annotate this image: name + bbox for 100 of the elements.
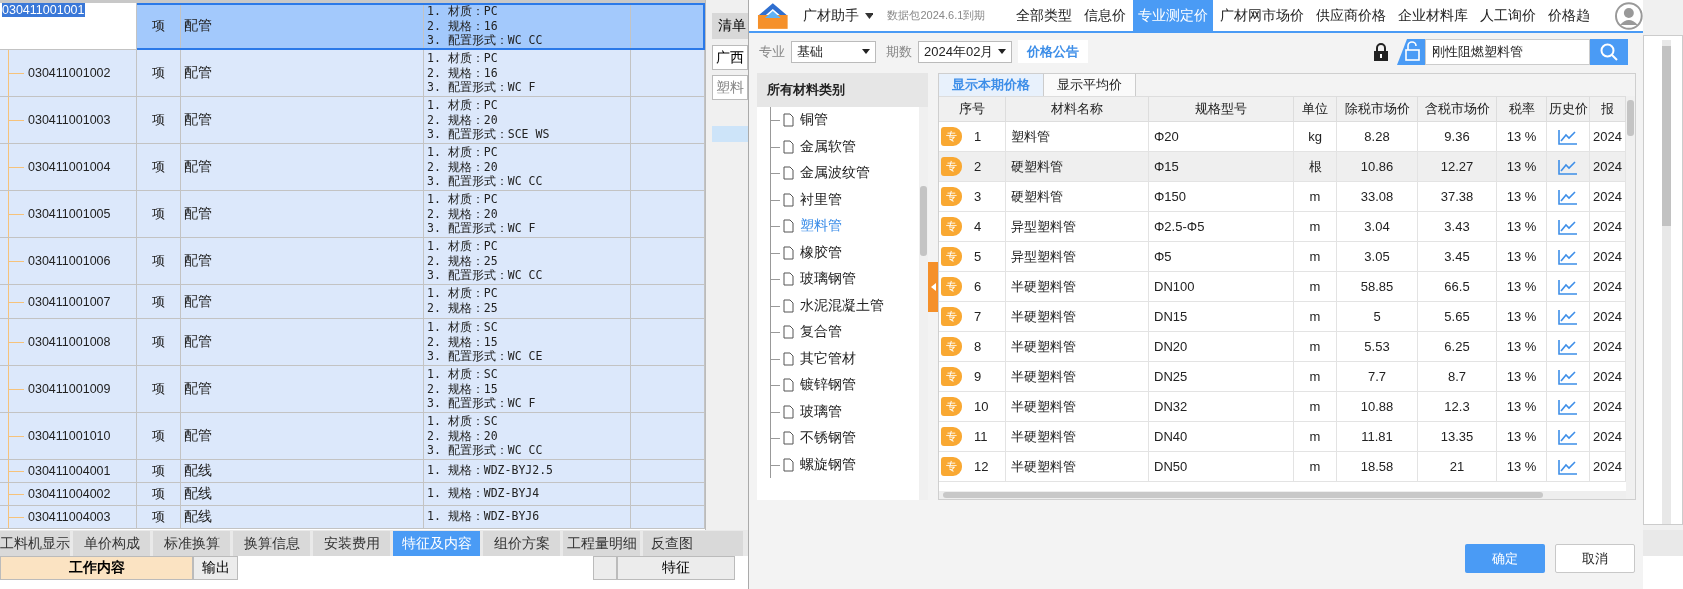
nav-tab[interactable]: 人工询价 [1475, 0, 1542, 31]
table-cell: Φ2.5-Φ5 [1149, 212, 1294, 242]
tab[interactable]: 工料机显示 [0, 531, 70, 556]
category-item[interactable]: 其它管材 [757, 345, 919, 372]
code-text: 030411001002 [28, 66, 111, 80]
table-cell: 13 % [1497, 422, 1547, 452]
caret-icon [862, 49, 870, 54]
code-text: 030411001010 [28, 429, 111, 443]
tab[interactable]: 单价构成 [73, 531, 150, 556]
table-cell: 7.7 [1337, 362, 1418, 392]
region-field[interactable]: 广西 [712, 45, 748, 70]
tab[interactable]: 安装费用 [313, 531, 390, 556]
table-row[interactable]: 030411004002 项 配线 1. 规格：WDZ-BYJ4 [0, 483, 705, 506]
category-item[interactable]: 水泥混凝土管 [757, 292, 919, 319]
tab[interactable]: 换算信息 [233, 531, 310, 556]
tag-badge: 专 [941, 427, 962, 446]
tab[interactable]: 工程量明细 [563, 531, 640, 556]
table-row[interactable]: 030411001002 项 配管 1. 材质：PC 2. 规格：16 3. 配置形式：WC F [0, 50, 705, 97]
scrollbar-thumb[interactable] [943, 492, 1543, 498]
table-cell: 1. 规格：WDZ-BYJ6 [424, 506, 631, 529]
table-cell: 13 % [1497, 332, 1547, 362]
table-row[interactable]: 030411004001 项 配线 1. 规格：WDZ-BYJ2.5 [0, 460, 705, 483]
table-row[interactable]: 030411001005 项 配管 1. 材质：PC 2. 规格：20 3. 配置形式：WC F [0, 191, 705, 238]
category-item[interactable]: 不锈钢管 [757, 425, 919, 452]
tag-badge: 专 [941, 247, 962, 266]
table-row[interactable]: 030411001001 项 配管 1. 材质：PC 2. 规格：16 3. 配置形式：WC CC [0, 3, 705, 50]
category-item[interactable]: 复合管 [757, 319, 919, 346]
caret-icon [998, 49, 1006, 54]
tab[interactable]: 标准换算 [153, 531, 230, 556]
field-label: 期数 [886, 42, 912, 61]
table-cell: 13 % [1497, 242, 1547, 272]
document-icon [783, 457, 794, 472]
code-text: 030411004003 [28, 510, 111, 524]
category-item[interactable]: 橡胶管 [757, 239, 919, 266]
table-cell: 半硬塑料管 [1006, 272, 1149, 302]
nav-tab[interactable]: 企业材料库 [1393, 0, 1474, 31]
tab[interactable]: 反查图 [643, 531, 743, 556]
line-chart-icon [1558, 188, 1578, 205]
view-tab[interactable]: 显示平均价 [1044, 74, 1136, 96]
cancel-button[interactable]: 取消 [1555, 544, 1635, 573]
table-cell: 3.04 [1337, 212, 1418, 242]
search-button[interactable] [1590, 38, 1628, 65]
collapse-icon [930, 282, 936, 291]
tab[interactable]: 组价方案 [483, 531, 560, 556]
table-cell: 2024 [1590, 182, 1626, 212]
code-text: 030411001008 [28, 335, 111, 349]
category-item[interactable]: 螺旋钢管 [757, 451, 919, 478]
period-select[interactable]: 2024年02月 [918, 40, 1012, 63]
scrollbar-thumb[interactable] [1662, 46, 1671, 226]
category-item[interactable]: 塑料管 [757, 213, 919, 240]
table-cell: m [1294, 362, 1337, 392]
dialog-tab[interactable]: 清单 [712, 13, 748, 39]
nav-tab[interactable]: 全部类型 [1011, 0, 1078, 31]
category-item[interactable]: 玻璃钢管 [757, 266, 919, 293]
table-cell: m [1294, 182, 1337, 212]
code-text: 030411001003 [28, 113, 111, 127]
table-cell: m [1294, 242, 1337, 272]
panel-header: 所有材料类别 [757, 73, 928, 107]
table-row[interactable]: 030411001003 项 配管 1. 材质：PC 2. 规格：20 3. 配置形式：SCE WS [0, 97, 705, 144]
table-cell: 9.36 [1418, 122, 1497, 152]
list-row[interactable] [712, 126, 748, 142]
line-chart-icon [1558, 158, 1578, 175]
tag-badge: 专 [941, 277, 962, 296]
table-cell: 2024 [1590, 362, 1626, 392]
table-cell: 2024 [1590, 242, 1626, 272]
nav-tab[interactable]: 供应商价格 [1311, 0, 1392, 31]
category-item[interactable]: 铜管 [757, 107, 919, 134]
tag-badge: 专 [941, 337, 962, 356]
table-row[interactable]: 030411001006 项 配管 1. 材质：PC 2. 规格：25 3. 配置形式：WC CC [0, 238, 705, 285]
line-chart-icon [1558, 338, 1578, 355]
table-cell: 58.85 [1337, 272, 1418, 302]
scrollbar-thumb[interactable] [1627, 100, 1634, 136]
category-item[interactable]: 玻璃管 [757, 398, 919, 425]
collapse-handle[interactable] [928, 261, 938, 312]
tag-badge: 专 [941, 157, 962, 176]
table-cell: 配线 [181, 506, 424, 529]
table-row[interactable]: 030411001008 项 配管 1. 材质：SC 2. 规格：15 3. 配置形式：WC CE [0, 319, 705, 366]
category-item[interactable]: 金属波纹管 [757, 160, 919, 187]
nav-tab[interactable]: 价格趋 [1543, 0, 1596, 31]
search-field[interactable]: 塑料 [712, 75, 748, 100]
table-row[interactable]: 030411001010 项 配管 1. 材质：SC 2. 规格：20 3. 配置形式：WC CC [0, 413, 705, 460]
search-field[interactable]: 刚性阻燃塑料管 [1425, 38, 1590, 65]
nav-tab[interactable]: 信息价 [1079, 0, 1132, 31]
category-item[interactable]: 衬里管 [757, 186, 919, 213]
scrollbar[interactable] [939, 491, 1626, 499]
table-cell: m [1294, 302, 1337, 332]
table-row[interactable]: 030411001004 项 配管 1. 材质：PC 2. 规格：20 3. 配置形式：WC CC [0, 144, 705, 191]
category-item[interactable]: 镀锌钢管 [757, 372, 919, 399]
document-icon [783, 166, 794, 181]
table-row[interactable]: 030411001009 项 配管 1. 材质：SC 2. 规格：15 3. 配置形式：WC F [0, 366, 705, 413]
nav-tab[interactable]: 广材网市场价 [1215, 0, 1310, 31]
scrollbar[interactable] [1626, 96, 1635, 499]
table-cell: DN15 [1149, 302, 1294, 332]
scrollbar-thumb[interactable] [920, 186, 927, 256]
tag-badge: 专 [941, 187, 962, 206]
table-row[interactable]: 030411001007 项 配管 1. 材质：PC 2. 规格：25 [0, 285, 705, 319]
table-row[interactable]: 030411004003 项 配线 1. 规格：WDZ-BYJ6 [0, 506, 705, 529]
category-item[interactable]: 金属软管 [757, 133, 919, 160]
specialty-select[interactable]: 基础 [791, 40, 876, 63]
line-chart-icon [1558, 398, 1578, 415]
